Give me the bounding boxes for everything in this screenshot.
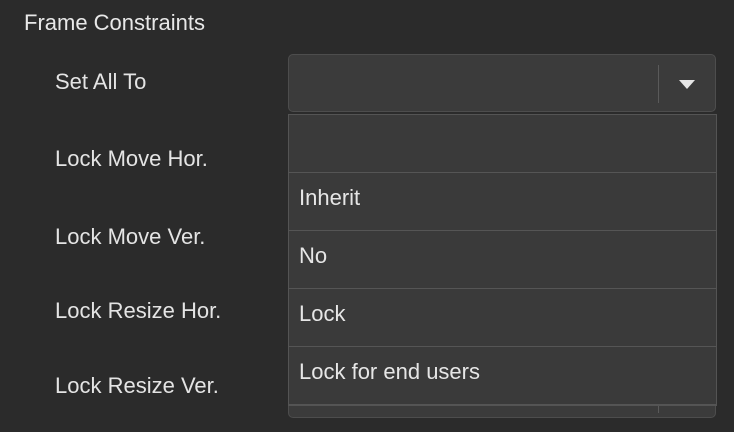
set-all-to-select[interactable] [288,54,716,112]
select-divider [658,65,659,103]
dropdown-option-lock-for-end-users[interactable]: Lock for end users [289,347,716,405]
lock-move-hor-label: Lock Move Hor. [55,146,208,171]
lock-resize-ver-label: Lock Resize Ver. [55,373,219,398]
dropdown-option-inherit[interactable]: Inherit [289,173,716,231]
set-all-to-dropdown-list: Inherit No Lock Lock for end users [288,114,717,406]
option-label: Lock [299,301,346,326]
set-all-to-label: Set All To [55,69,147,94]
option-label: Inherit [299,185,361,210]
section-title: Frame Constraints [24,10,205,35]
option-label: Lock for end users [299,359,480,384]
lock-move-ver-label: Lock Move Ver. [55,224,206,249]
option-label: No [299,243,328,268]
dropdown-option-no[interactable]: No [289,231,716,289]
lock-resize-hor-label: Lock Resize Hor. [55,298,222,323]
chevron-down-icon[interactable] [669,77,705,93]
dropdown-option-empty[interactable] [289,115,716,173]
dropdown-option-lock[interactable]: Lock [289,289,716,347]
